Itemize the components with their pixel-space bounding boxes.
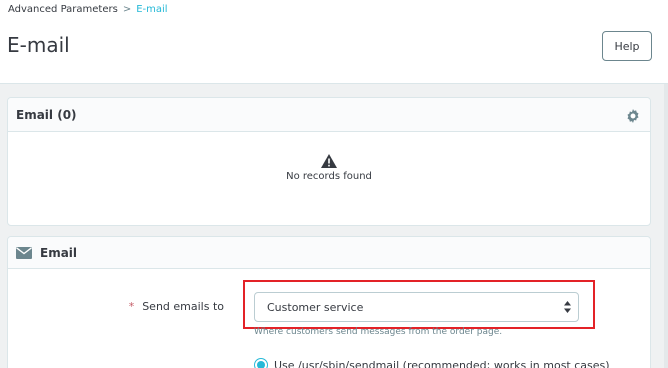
select-arrows-icon [564,301,571,313]
breadcrumb: Advanced Parameters > E-mail [8,4,168,15]
breadcrumb-parent-link[interactable]: Advanced Parameters [8,4,118,15]
page-title: E-mail [7,33,70,57]
email-list-heading: Email (0) [8,98,650,132]
empty-state-text: No records found [286,171,372,182]
send-emails-to-value: Customer service [267,300,364,314]
page-header: Advanced Parameters > E-mail E-mail Help [0,0,668,84]
email-form-title: Email [40,245,78,260]
empty-state: No records found [8,154,650,182]
help-button[interactable]: Help [602,31,652,61]
send-emails-to-label-text: Send emails to [142,300,224,313]
send-emails-to-label: * Send emails to [8,300,232,313]
breadcrumb-current-link[interactable]: E-mail [136,4,167,15]
send-emails-to-select[interactable]: Customer service [254,292,579,322]
send-emails-to-hint: Where customers send messages from the o… [254,327,503,337]
sendmail-option-label: Use /usr/sbin/sendmail (recommended; wor… [274,358,610,368]
gear-icon[interactable] [626,109,640,123]
envelope-icon [16,246,32,259]
sendmail-radio[interactable] [254,358,268,368]
sendmail-option[interactable]: Use /usr/sbin/sendmail (recommended; wor… [254,358,610,368]
required-asterisk: * [128,300,135,313]
page-scrollbar[interactable] [664,84,668,368]
email-form-heading: Email [8,237,650,269]
email-list-title: Email (0) [16,107,77,122]
warning-icon [321,154,337,168]
email-list-panel: Email (0) No records found [7,97,651,226]
breadcrumb-separator: > [122,4,132,15]
radio-selected-dot [257,361,265,368]
